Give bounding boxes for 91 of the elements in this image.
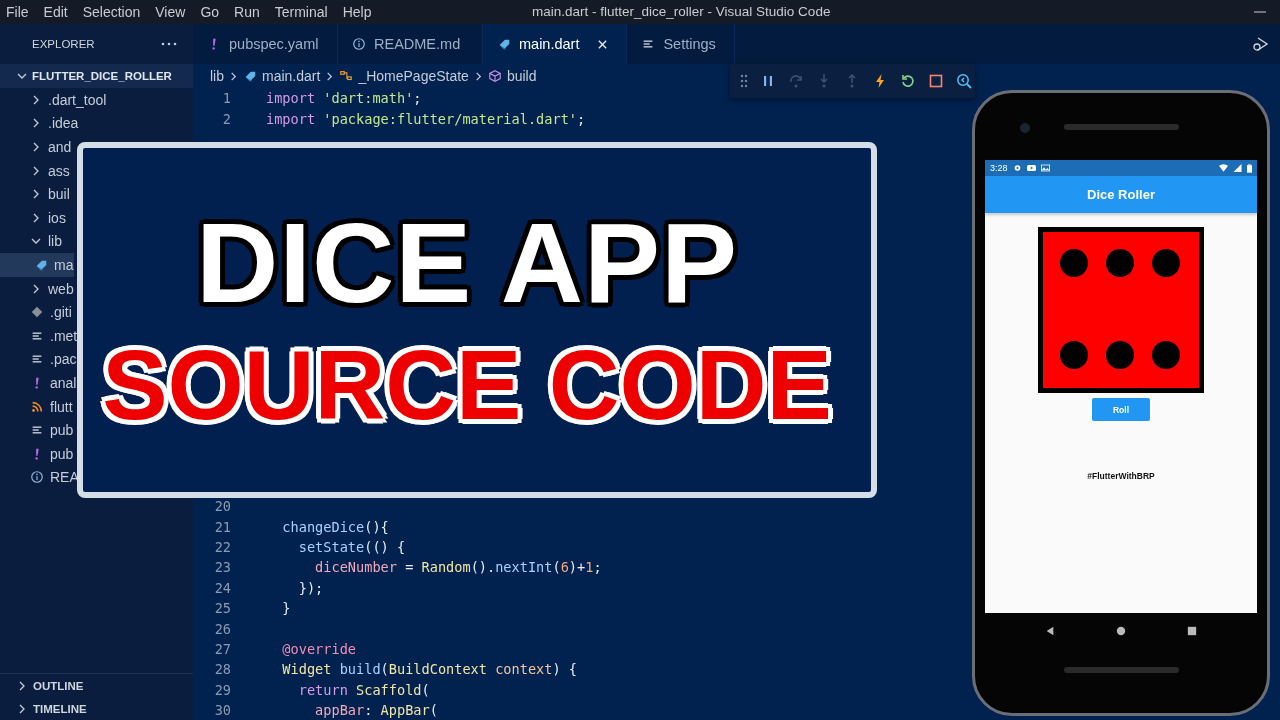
dart-icon <box>243 69 257 83</box>
code-line: diceNumber = Random().nextInt(6)+1; <box>314 559 602 576</box>
code-line: return Scaffold( <box>297 681 430 698</box>
menu-item[interactable]: Terminal <box>274 4 336 20</box>
title-text: DICE APP <box>194 200 740 326</box>
tree-item[interactable]: lib <box>30 229 63 254</box>
code-line: Widget build(BuildContext context) { <box>281 661 578 678</box>
tree-item[interactable]: .giti <box>30 300 73 324</box>
menu-item[interactable]: Go <box>200 4 228 20</box>
code-line: changeDice(){ <box>281 518 389 535</box>
breadcrumb-item[interactable]: lib <box>210 68 224 84</box>
editor-tab[interactable]: Settings <box>627 24 735 64</box>
recents-icon[interactable] <box>1186 626 1197 636</box>
stop-icon[interactable] <box>928 73 944 89</box>
tree-item[interactable]: and <box>30 135 73 159</box>
tree-item[interactable]: .pac <box>30 347 78 372</box>
tree-item[interactable]: ass <box>30 158 71 183</box>
line-number: 30 <box>213 702 231 719</box>
line-number: 26 <box>213 620 231 637</box>
tree-item[interactable]: pub <box>30 418 75 442</box>
search-icon[interactable] <box>956 73 972 89</box>
breadcrumb-item[interactable]: build <box>487 68 537 84</box>
line-number: 29 <box>213 681 231 698</box>
line-number: 2 <box>221 110 231 127</box>
explorer-title: EXPLORER <box>32 38 95 50</box>
code-line: appBar: AppBar( <box>314 702 438 719</box>
line-number: 27 <box>213 640 231 657</box>
code-line: } <box>281 600 291 617</box>
more-icon[interactable] <box>161 42 177 46</box>
code-line: import 'dart:math'; <box>266 90 422 107</box>
line-number: 21 <box>213 518 231 535</box>
panel-header[interactable]: OUTLINE <box>0 674 193 697</box>
menu-item[interactable]: Help <box>342 4 380 20</box>
battery-icon <box>1247 163 1252 173</box>
diamond-icon <box>30 305 44 320</box>
tree-item[interactable]: REA <box>30 465 80 490</box>
restart-icon[interactable] <box>900 73 916 89</box>
code-line: setState(() { <box>297 538 406 555</box>
menu-item[interactable]: File <box>6 4 37 20</box>
code-line: import 'package:flutter/material.dart'; <box>266 110 586 127</box>
panel-header[interactable]: TIMELINE <box>0 697 193 720</box>
menu-item[interactable]: View <box>155 4 194 20</box>
gear-icon <box>1012 164 1022 172</box>
home-icon[interactable] <box>1116 626 1126 636</box>
signal-icon <box>1233 164 1242 172</box>
line-number: 25 <box>213 600 231 617</box>
editor-tab[interactable]: pubspec.yaml <box>193 24 338 64</box>
code-line: }); <box>297 579 324 596</box>
menu-item[interactable]: Edit <box>43 4 76 20</box>
close-icon[interactable] <box>597 38 609 50</box>
tree-item[interactable]: .dart_tool <box>30 88 108 112</box>
class-icon <box>339 69 354 83</box>
tree-item[interactable]: buil <box>30 182 71 206</box>
tree-item[interactable]: .idea <box>30 111 80 136</box>
status-time: 3:28 <box>990 163 1008 173</box>
breadcrumb-item[interactable]: _HomePageState <box>339 68 469 84</box>
menu-item[interactable]: Selection <box>82 4 149 20</box>
line-number: 22 <box>213 538 231 555</box>
line-number: 23 <box>213 559 231 576</box>
window-title: main.dart - flutter_dice_roller - Visual Studio Code <box>532 4 831 19</box>
tree-item[interactable]: .met <box>30 323 79 348</box>
image-icon <box>1040 164 1050 172</box>
line-number: 24 <box>213 579 231 596</box>
subtitle-text: SOURCE CODE <box>101 330 833 440</box>
line-number: 28 <box>213 661 231 678</box>
tree-item[interactable]: web <box>30 276 75 301</box>
tree-item[interactable]: pub <box>30 441 75 466</box>
tree-item[interactable]: flutt <box>30 394 74 419</box>
grip-icon[interactable] <box>740 74 748 88</box>
tree-item[interactable]: ma <box>0 253 75 277</box>
tree-item[interactable]: ios <box>30 205 67 230</box>
tree-item[interactable]: anal <box>30 371 78 395</box>
wifi-icon <box>1219 164 1228 172</box>
camera-icon <box>1020 123 1030 133</box>
cube-icon <box>487 69 502 83</box>
dart-icon <box>497 37 511 51</box>
rss-icon <box>30 399 44 414</box>
back-icon[interactable] <box>1045 626 1056 636</box>
editor-tab[interactable]: main.dart <box>483 24 628 64</box>
chevron-right-icon <box>228 70 239 82</box>
breadcrumb-item[interactable]: main.dart <box>243 68 321 84</box>
play-icon <box>1026 164 1036 172</box>
code-line: @override <box>281 640 357 657</box>
line-number: 20 <box>213 498 231 515</box>
hashtag-text: #FlutterWithBRP <box>1087 471 1155 481</box>
project-header[interactable]: FLUTTER_DICE_ROLLER <box>0 64 193 88</box>
info-icon <box>30 470 44 485</box>
menu-item[interactable]: Run <box>234 4 268 20</box>
line-number: 1 <box>221 90 231 107</box>
info-icon <box>352 37 366 51</box>
app-title: Dice Roller <box>1087 187 1155 202</box>
